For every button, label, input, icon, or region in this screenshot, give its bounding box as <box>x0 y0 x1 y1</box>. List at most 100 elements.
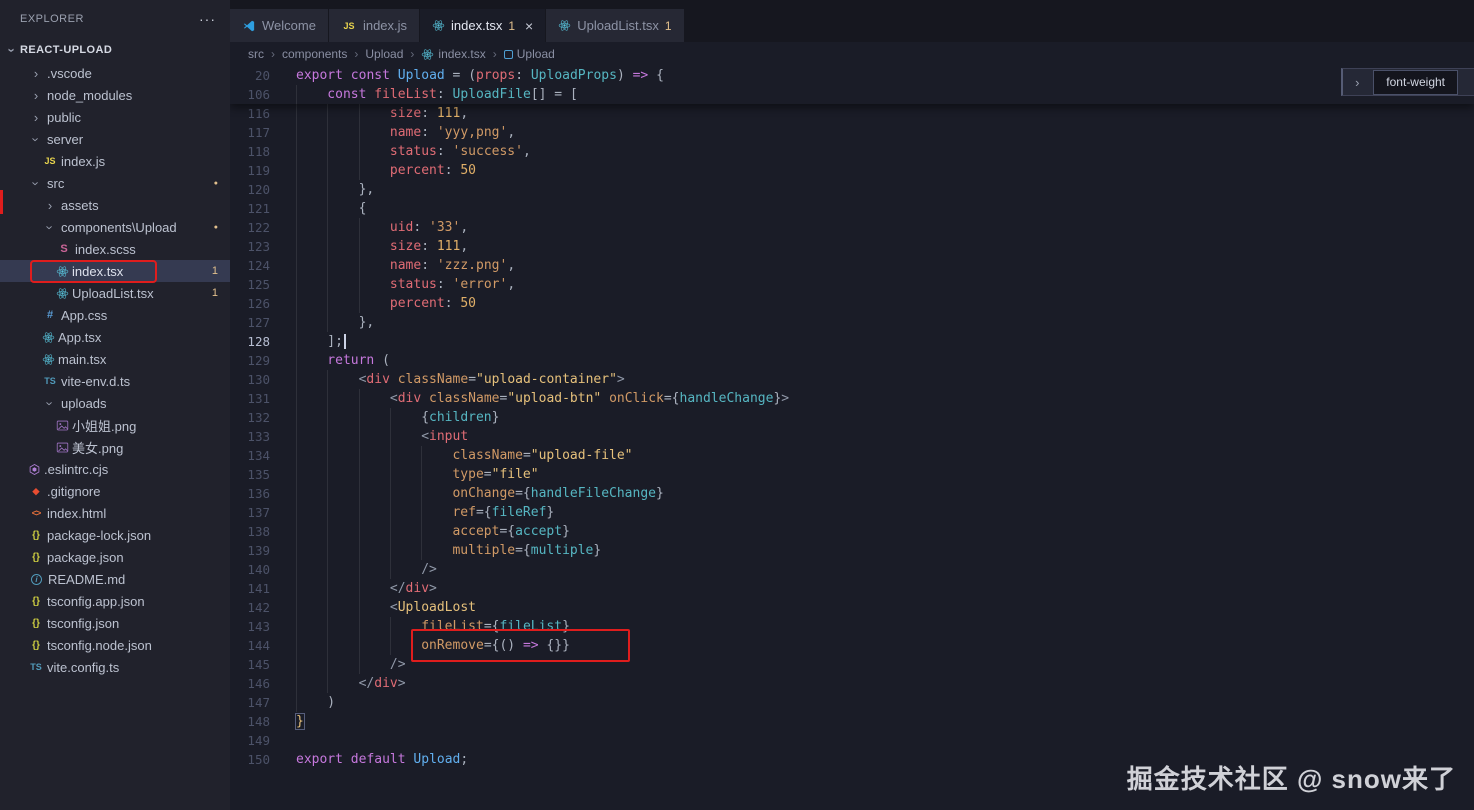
line-number[interactable]: 106 <box>230 85 270 104</box>
line-number[interactable]: 148 <box>230 712 270 731</box>
tree-item-美女.png[interactable]: 美女.png <box>0 436 230 458</box>
code-line-124[interactable]: 124 name: 'zzz.png', <box>230 256 1474 275</box>
chevron-right-icon[interactable]: › <box>28 110 44 125</box>
line-number[interactable]: 139 <box>230 541 270 560</box>
line-number[interactable]: 144 <box>230 636 270 655</box>
line-number[interactable]: 133 <box>230 427 270 446</box>
line-number[interactable]: 122 <box>230 218 270 237</box>
tree-item-.vscode[interactable]: › .vscode <box>0 62 230 84</box>
line-number[interactable]: 125 <box>230 275 270 294</box>
tree-item-main.tsx[interactable]: main.tsx <box>0 348 230 370</box>
project-root[interactable]: › REACT-UPLOAD <box>0 38 230 62</box>
tree-item-App.css[interactable]: # App.css <box>0 304 230 326</box>
code-line-20[interactable]: 20 export const Upload = (props: UploadPr… <box>230 66 1474 85</box>
tree-item-assets[interactable]: › assets <box>0 194 230 216</box>
code-line-134[interactable]: 134 className="upload-file" <box>230 446 1474 465</box>
line-number[interactable]: 140 <box>230 560 270 579</box>
tree-item-src[interactable]: › src ● <box>0 172 230 194</box>
breadcrumb-item-components[interactable]: components <box>282 47 347 61</box>
tree-item-tsconfig.node.json[interactable]: {} tsconfig.node.json <box>0 634 230 656</box>
breadcrumb-item-index.tsx[interactable]: index.tsx <box>421 47 486 61</box>
line-number[interactable]: 116 <box>230 104 270 123</box>
line-number[interactable]: 120 <box>230 180 270 199</box>
code-line-125[interactable]: 125 status: 'error', <box>230 275 1474 294</box>
breadcrumb-item-src[interactable]: src <box>248 47 264 61</box>
code-line-128[interactable]: 128]; <box>230 332 1474 351</box>
tree-item-小姐姐.png[interactable]: 小姐姐.png <box>0 414 230 436</box>
code-line-139[interactable]: 139 multiple={multiple} <box>230 541 1474 560</box>
line-number[interactable]: 130 <box>230 370 270 389</box>
code-line-119[interactable]: 119 percent: 50 <box>230 161 1474 180</box>
tree-item-.eslintrc.cjs[interactable]: .eslintrc.cjs <box>0 458 230 480</box>
code-line-147[interactable]: 147) <box>230 693 1474 712</box>
tree-item-server[interactable]: › server <box>0 128 230 150</box>
chevron-right-icon[interactable]: › <box>42 198 58 213</box>
code-line-121[interactable]: 121 { <box>230 199 1474 218</box>
line-number[interactable]: 141 <box>230 579 270 598</box>
chevron-right-icon[interactable]: › <box>28 66 44 81</box>
tree-item-node_modules[interactable]: › node_modules <box>0 84 230 106</box>
code-line-143[interactable]: 143 fileList={fileList} <box>230 617 1474 636</box>
tree-item-uploads[interactable]: › uploads <box>0 392 230 414</box>
tree-item-index.scss[interactable]: Sindex.scss <box>0 238 230 260</box>
line-number[interactable]: 146 <box>230 674 270 693</box>
line-number[interactable]: 119 <box>230 161 270 180</box>
line-number[interactable]: 136 <box>230 484 270 503</box>
line-number[interactable]: 126 <box>230 294 270 313</box>
code-line-131[interactable]: 131 <div className="upload-btn" onClick={… <box>230 389 1474 408</box>
code-line-127[interactable]: 127}, <box>230 313 1474 332</box>
line-number[interactable]: 132 <box>230 408 270 427</box>
tree-item-README.md[interactable]: i README.md <box>0 568 230 590</box>
code-line-136[interactable]: 136 onChange={handleFileChange} <box>230 484 1474 503</box>
line-number[interactable]: 123 <box>230 237 270 256</box>
line-number[interactable]: 20 <box>230 66 270 85</box>
tree-item-index.tsx[interactable]: index.tsx 1 <box>0 259 230 283</box>
line-number[interactable]: 117 <box>230 123 270 142</box>
line-number[interactable]: 142 <box>230 598 270 617</box>
line-number[interactable]: 127 <box>230 313 270 332</box>
editor[interactable]: › font-weight 20 export const Upload = (p… <box>230 66 1474 810</box>
line-number[interactable]: 150 <box>230 750 270 769</box>
code-line-145[interactable]: 145 /> <box>230 655 1474 674</box>
line-number[interactable]: 131 <box>230 389 270 408</box>
code-line-146[interactable]: 146 </div> <box>230 674 1474 693</box>
tree-item-components\Upload[interactable]: › components\Upload ● <box>0 216 230 238</box>
line-number[interactable]: 135 <box>230 465 270 484</box>
line-number[interactable]: 124 <box>230 256 270 275</box>
code-line-133[interactable]: 133 <input <box>230 427 1474 446</box>
code-line-106[interactable]: 106 const fileList: UploadFile[] = [ <box>230 85 1474 104</box>
line-number[interactable]: 137 <box>230 503 270 522</box>
tree-item-package.json[interactable]: {} package.json <box>0 546 230 568</box>
more-actions-icon[interactable]: ··· <box>199 11 216 27</box>
code-line-123[interactable]: 123 size: 111, <box>230 237 1474 256</box>
tree-item-index.js[interactable]: JS index.js <box>0 150 230 172</box>
line-number[interactable]: 143 <box>230 617 270 636</box>
tree-item-tsconfig.app.json[interactable]: {} tsconfig.app.json <box>0 590 230 612</box>
chevron-down-icon[interactable]: › <box>43 395 58 411</box>
chevron-down-icon[interactable]: › <box>29 175 44 191</box>
code-line-137[interactable]: 137 ref={fileRef} <box>230 503 1474 522</box>
code-line-126[interactable]: 126 percent: 50 <box>230 294 1474 313</box>
tree-item-vite.config.ts[interactable]: TS vite.config.ts <box>0 656 230 678</box>
code-line-149[interactable]: 149 <box>230 731 1474 750</box>
chevron-right-icon[interactable]: › <box>28 88 44 103</box>
tree-item-App.tsx[interactable]: App.tsx <box>0 326 230 348</box>
code-line-140[interactable]: 140 /> <box>230 560 1474 579</box>
line-number[interactable]: 134 <box>230 446 270 465</box>
code-line-142[interactable]: 142 <UploadLost <box>230 598 1474 617</box>
line-number[interactable]: 118 <box>230 142 270 161</box>
tree-item-public[interactable]: › public <box>0 106 230 128</box>
code-line-138[interactable]: 138 accept={accept} <box>230 522 1474 541</box>
tab-index.tsx[interactable]: index.tsx 1 × <box>420 9 547 42</box>
line-number[interactable]: 128 <box>230 332 270 351</box>
code-line-132[interactable]: 132 {children} <box>230 408 1474 427</box>
code-line-122[interactable]: 122 uid: '33', <box>230 218 1474 237</box>
code-line-120[interactable]: 120}, <box>230 180 1474 199</box>
tab-Welcome[interactable]: Welcome <box>230 9 329 42</box>
code-line-144[interactable]: 144 onRemove={() => {}} <box>230 636 1474 655</box>
chevron-down-icon[interactable]: › <box>43 219 58 235</box>
tree-item-package-lock.json[interactable]: {} package-lock.json <box>0 524 230 546</box>
tree-item-UploadList.tsx[interactable]: UploadList.tsx 1 <box>0 282 230 304</box>
tree-item-tsconfig.json[interactable]: {} tsconfig.json <box>0 612 230 634</box>
find-input[interactable]: font-weight <box>1373 69 1458 95</box>
